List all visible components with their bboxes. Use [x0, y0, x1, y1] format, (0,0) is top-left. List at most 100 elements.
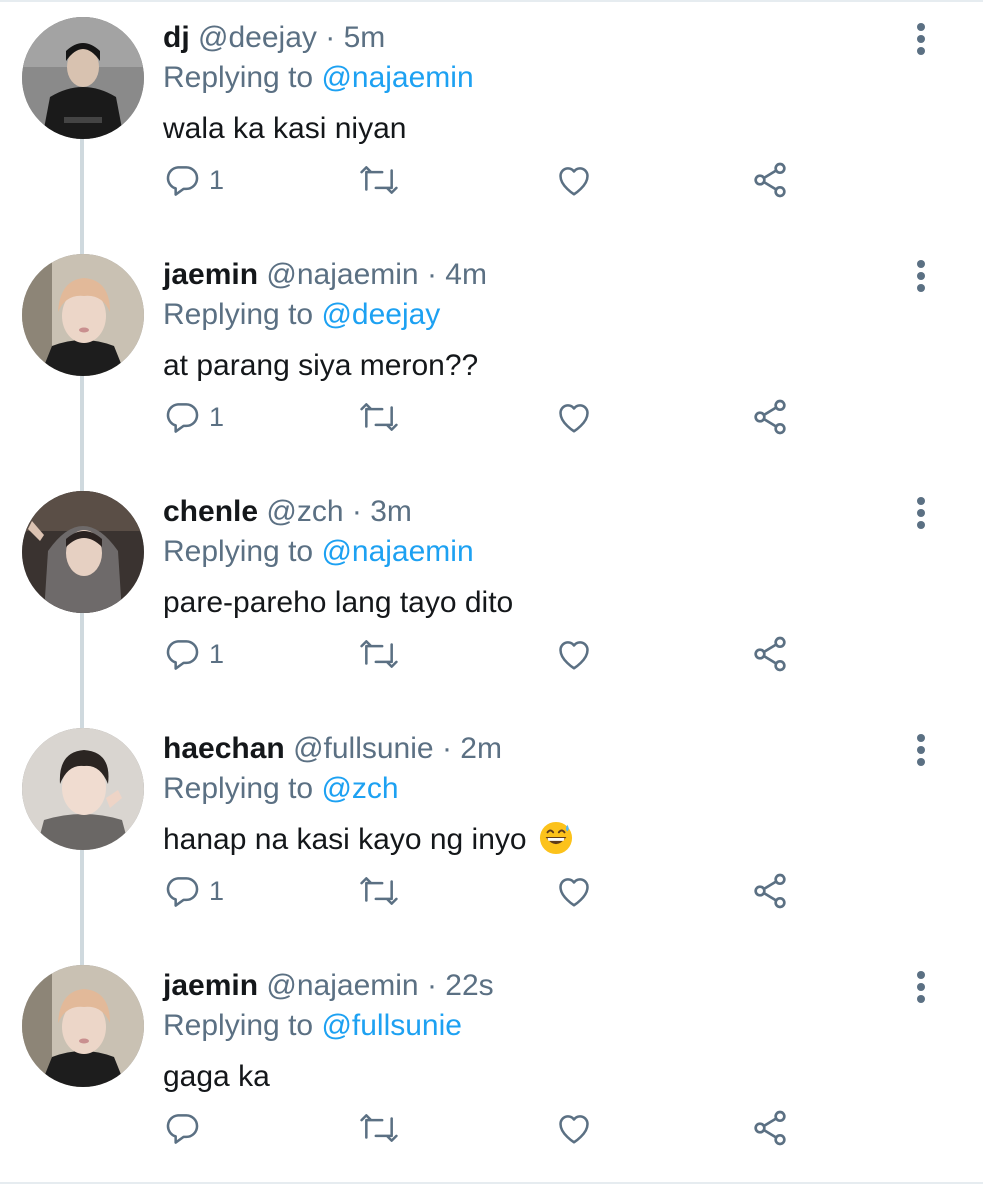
mention-link[interactable]: @fullsunie	[321, 1009, 462, 1042]
tweet[interactable]: chenle @zch · 3m Replying to @najaemin p…	[0, 474, 983, 711]
avatar-blonde-hair	[22, 254, 144, 376]
avatar[interactable]	[22, 728, 144, 850]
display-name[interactable]: haechan	[163, 732, 285, 765]
user-handle[interactable]: @zch	[266, 495, 343, 528]
reply-action[interactable]	[163, 1108, 209, 1148]
share-icon	[754, 1110, 786, 1146]
avatar[interactable]	[22, 965, 144, 1087]
tweet-text-container: hanap na kasi kayo ng inyo	[163, 820, 573, 860]
tweet-text: at parang siya meron??	[163, 349, 479, 382]
separator-dot: ·	[441, 732, 452, 765]
replying-prefix: Replying to	[163, 1009, 314, 1042]
user-handle[interactable]: @deejay	[198, 21, 317, 54]
share-icon	[754, 636, 786, 672]
tweet-header: jaemin @najaemin · 4m	[163, 255, 487, 295]
tweet[interactable]: jaemin @najaemin · 4m Replying to @deeja…	[0, 237, 983, 474]
tweet-text: gaga ka	[163, 1060, 270, 1093]
user-handle[interactable]: @najaemin	[266, 969, 418, 1002]
reply-action[interactable]: 1	[163, 871, 224, 911]
retweet-action[interactable]	[357, 397, 401, 437]
avatar[interactable]	[22, 254, 144, 376]
replying-prefix: Replying to	[163, 298, 314, 331]
user-handle[interactable]: @fullsunie	[293, 732, 434, 765]
share-icon	[754, 162, 786, 198]
reply-icon	[166, 1114, 199, 1144]
like-action[interactable]	[554, 634, 594, 674]
display-name[interactable]: jaemin	[163, 969, 258, 1002]
avatar-dark-hair	[22, 728, 144, 850]
mention-link[interactable]: @zch	[321, 772, 398, 805]
avatar[interactable]	[22, 17, 144, 139]
replying-prefix: Replying to	[163, 772, 314, 805]
reply-count: 1	[209, 876, 225, 906]
timestamp[interactable]: 4m	[445, 258, 487, 291]
timestamp[interactable]: 5m	[344, 21, 386, 54]
retweet-action[interactable]	[357, 871, 401, 911]
tweet-text: wala ka kasi niyan	[163, 112, 407, 145]
more-vertical-icon[interactable]	[906, 22, 936, 56]
replying-to: Replying to @deejay	[163, 295, 440, 335]
tweet-header: haechan @fullsunie · 2m	[163, 729, 502, 769]
avatar-blonde-hair	[22, 965, 144, 1087]
like-action[interactable]	[554, 397, 594, 437]
display-name[interactable]: dj	[163, 21, 190, 54]
separator-dot: ·	[351, 495, 362, 528]
avatar-hoodie	[22, 491, 144, 613]
share-action[interactable]	[750, 634, 790, 674]
retweet-action[interactable]	[357, 160, 401, 200]
more-vertical-icon[interactable]	[906, 259, 936, 293]
display-name[interactable]: chenle	[163, 495, 258, 528]
more-vertical-icon[interactable]	[906, 733, 936, 767]
retweet-icon	[360, 166, 398, 194]
reply-action[interactable]: 1	[163, 160, 224, 200]
share-icon	[754, 873, 786, 909]
reply-count: 1	[209, 402, 225, 432]
separator-dot: ·	[426, 258, 437, 291]
display-name[interactable]: jaemin	[163, 258, 258, 291]
avatar-dark-outfit	[22, 17, 144, 139]
share-action[interactable]	[750, 160, 790, 200]
replying-to: Replying to @fullsunie	[163, 1006, 462, 1046]
replying-prefix: Replying to	[163, 535, 314, 568]
reply-icon	[166, 166, 199, 196]
grinning-sweat-emoji	[539, 821, 572, 855]
heart-icon	[559, 641, 589, 670]
mention-link[interactable]: @najaemin	[321, 61, 473, 94]
reply-icon	[166, 640, 199, 670]
more-vertical-icon[interactable]	[906, 970, 936, 1004]
avatar[interactable]	[22, 491, 144, 613]
mention-link[interactable]: @deejay	[321, 298, 440, 331]
retweet-action[interactable]	[357, 634, 401, 674]
share-action[interactable]	[750, 397, 790, 437]
replying-to: Replying to @najaemin	[163, 58, 474, 98]
separator-dot: ·	[325, 21, 336, 54]
mention-link[interactable]: @najaemin	[321, 535, 473, 568]
reply-action[interactable]: 1	[163, 634, 224, 674]
user-handle[interactable]: @najaemin	[266, 258, 418, 291]
timestamp[interactable]: 3m	[370, 495, 412, 528]
retweet-action[interactable]	[357, 1108, 401, 1148]
heart-icon	[559, 404, 589, 433]
tweet-text: hanap na kasi kayo ng inyo	[163, 823, 527, 856]
tweet[interactable]: haechan @fullsunie · 2m Replying to @zch…	[0, 711, 983, 948]
timestamp[interactable]: 22s	[445, 969, 493, 1002]
separator-dot: ·	[426, 969, 437, 1002]
tweet-header: chenle @zch · 3m	[163, 492, 412, 532]
share-action[interactable]	[750, 1108, 790, 1148]
share-action[interactable]	[750, 871, 790, 911]
retweet-icon	[360, 403, 398, 431]
tweet[interactable]: jaemin @najaemin · 22s Replying to @full…	[0, 948, 983, 1185]
like-action[interactable]	[554, 160, 594, 200]
like-action[interactable]	[554, 1108, 594, 1148]
reply-count: 1	[209, 165, 225, 195]
share-icon	[754, 399, 786, 435]
like-action[interactable]	[554, 871, 594, 911]
reply-action[interactable]: 1	[163, 397, 224, 437]
more-vertical-icon[interactable]	[906, 496, 936, 530]
tweet[interactable]: dj @deejay · 5m Replying to @najaemin wa…	[0, 0, 983, 237]
retweet-icon	[360, 877, 398, 905]
reply-icon	[166, 877, 199, 907]
reply-icon	[166, 403, 199, 433]
heart-icon	[559, 878, 589, 907]
timestamp[interactable]: 2m	[460, 732, 502, 765]
